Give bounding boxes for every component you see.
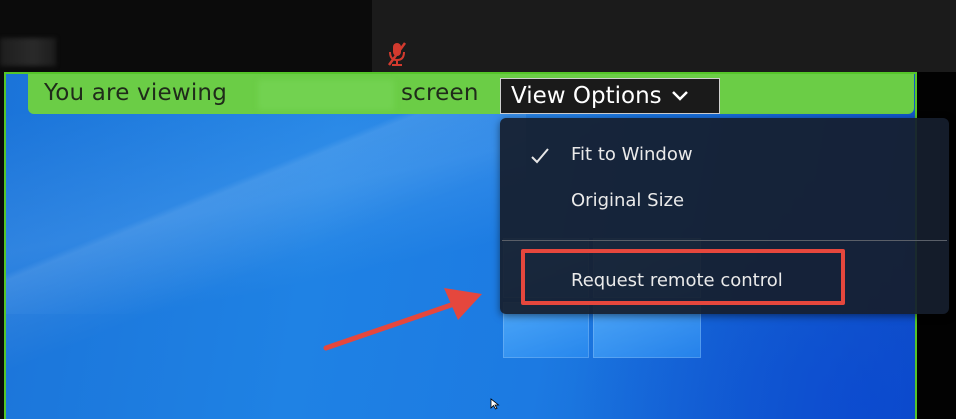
zoom-meeting-window: You are viewing screen View Options Fit … bbox=[0, 0, 956, 419]
menu-item-fit-to-window[interactable]: Fit to Window bbox=[500, 134, 949, 174]
menu-item-label: Original Size bbox=[571, 190, 685, 211]
participant-video-tile[interactable] bbox=[372, 0, 956, 72]
mouse-cursor-icon bbox=[490, 398, 500, 410]
annotation-highlight-box bbox=[521, 249, 845, 305]
viewing-prefix-text: You are viewing bbox=[44, 80, 227, 106]
menu-divider bbox=[502, 240, 947, 241]
redacted-participant-name bbox=[0, 38, 56, 66]
view-options-label: View Options bbox=[511, 83, 662, 109]
menu-item-original-size[interactable]: Original Size bbox=[500, 180, 949, 220]
viewing-suffix-text: screen bbox=[401, 80, 479, 106]
checkmark-icon bbox=[531, 148, 549, 164]
chevron-down-icon bbox=[671, 91, 688, 101]
menu-item-label: Fit to Window bbox=[571, 144, 693, 165]
muted-microphone-icon bbox=[387, 42, 407, 66]
redacted-presenter-name bbox=[258, 80, 394, 110]
view-options-button[interactable]: View Options bbox=[500, 78, 720, 114]
arrow-annotation-icon bbox=[323, 288, 482, 351]
